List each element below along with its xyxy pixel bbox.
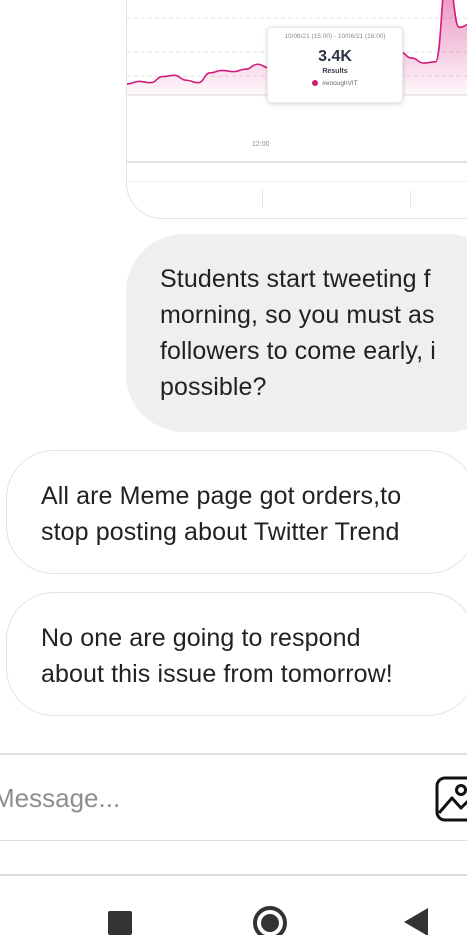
tooltip-label: Results <box>322 68 348 75</box>
message-input[interactable] <box>0 777 293 819</box>
data-point <box>150 82 152 84</box>
data-point <box>411 57 413 59</box>
data-point <box>186 79 188 81</box>
received-message-bubble[interactable]: No one are going to respond about this i… <box>6 592 467 716</box>
message-line: possible? <box>160 373 267 401</box>
chat-screen: 12:00 10/06/21 (15:00) - 10/06/21 (16:00… <box>0 0 467 935</box>
gallery-icon[interactable] <box>434 775 467 823</box>
data-point <box>221 70 223 72</box>
tooltip-series: #enoughVIT <box>268 80 402 87</box>
composer-bottom-divider <box>0 840 467 841</box>
data-point <box>209 72 211 74</box>
data-point <box>138 81 140 83</box>
chart-bottom-border <box>127 161 467 163</box>
square-icon[interactable] <box>108 911 132 935</box>
android-navigation-bar <box>0 876 467 935</box>
message-line: No one are going to respond <box>41 624 361 652</box>
image-message-footer <box>127 181 467 218</box>
shared-chart-image-message[interactable]: 12:00 10/06/21 (15:00) - 10/06/21 (16:00… <box>126 0 467 219</box>
series-color-dot <box>312 80 319 87</box>
footer-divider-right <box>410 190 411 208</box>
received-message-bubble[interactable]: All are Meme page got orders,to stop pos… <box>6 450 467 574</box>
shared-chart-panel: 12:00 10/06/21 (15:00) - 10/06/21 (16:00… <box>127 0 467 161</box>
data-point <box>197 82 199 84</box>
data-point <box>174 75 176 77</box>
chart-tooltip: 10/06/21 (15:00) - 10/06/21 (16:00) 3.4K… <box>267 27 403 103</box>
message-line: morning, so you must as <box>160 301 435 329</box>
message-line: followers to come early, i <box>160 337 436 365</box>
x-axis-tick-label: 12:00 <box>252 141 270 148</box>
footer-divider-left <box>262 190 263 208</box>
message-line: Students start tweeting f <box>160 265 431 293</box>
tooltip-value: 3.4K <box>318 48 352 65</box>
message-line: about this issue from tomorrow! <box>41 660 393 688</box>
message-composer <box>0 755 467 840</box>
tooltip-time-range: 10/06/21 (15:00) - 10/06/21 (16:00) <box>284 33 386 40</box>
data-point <box>423 62 425 64</box>
circle-home-icon[interactable] <box>252 905 288 935</box>
message-line: stop posting about Twitter Trend <box>41 518 400 546</box>
tooltip-series-name: #enoughVIT <box>322 80 358 87</box>
message-line: All are Meme page got orders,to <box>41 482 402 510</box>
data-point <box>162 76 164 78</box>
data-point <box>257 63 259 65</box>
data-point <box>435 61 437 63</box>
data-point <box>233 71 235 73</box>
triangle-back-icon[interactable] <box>401 905 431 935</box>
sent-message-bubble[interactable]: Students start tweeting f morning, so yo… <box>126 234 467 432</box>
data-point <box>458 27 460 29</box>
data-point <box>245 68 247 70</box>
